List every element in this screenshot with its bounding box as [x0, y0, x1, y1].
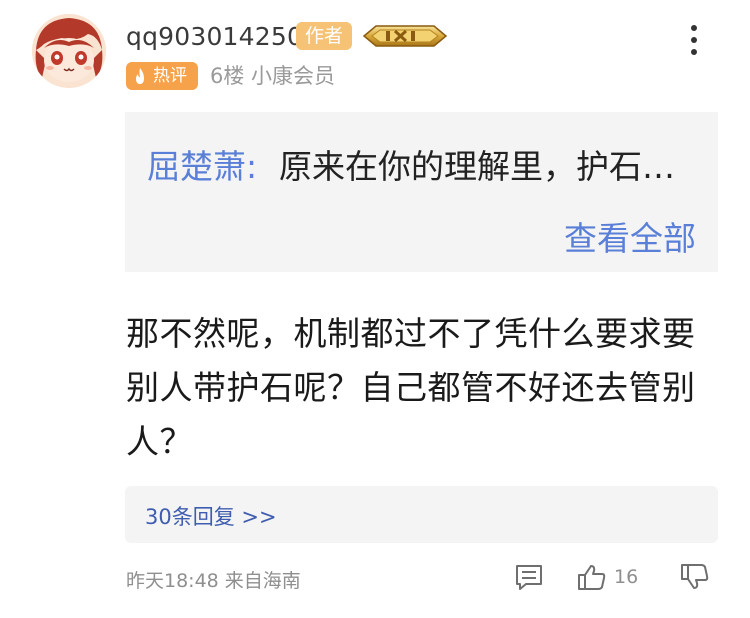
avatar[interactable] — [32, 14, 106, 88]
flame-icon — [136, 68, 144, 84]
hot-badge: 热评 — [126, 62, 198, 90]
replies-link[interactable]: 30条回复 >> — [145, 501, 277, 531]
more-vertical-icon[interactable] — [683, 22, 705, 58]
quote-text: 原来在你的理解里，护石… — [279, 147, 675, 186]
floor-and-level: 6楼 小康会员 — [210, 64, 336, 88]
username[interactable]: qq903014250 — [126, 22, 303, 51]
view-all-link[interactable]: 查看全部 — [564, 212, 696, 260]
avatar-image — [32, 14, 106, 88]
quoted-comment[interactable]: 屈楚萧: 原来在你的理解里，护石… 查看全部 — [125, 112, 718, 272]
timestamp: 昨天18:48 来自海南 — [126, 570, 301, 592]
thumbs-up-icon[interactable] — [577, 563, 607, 591]
reply-icon[interactable] — [514, 563, 544, 591]
comment-body: 那不然呢，机制都过不了凭什么要求要别人带护石呢？自己都管不好还去管别人？ — [126, 314, 696, 461]
hot-badge-label: 热评 — [153, 66, 187, 86]
like-count: 16 — [614, 566, 639, 588]
level-badge-icon — [362, 20, 448, 52]
quote-author[interactable]: 屈楚萧: — [147, 140, 257, 188]
author-badge: 作者 — [296, 22, 352, 50]
thumbs-down-icon[interactable] — [680, 563, 710, 591]
replies-box[interactable]: 30条回复 >> — [125, 486, 718, 543]
